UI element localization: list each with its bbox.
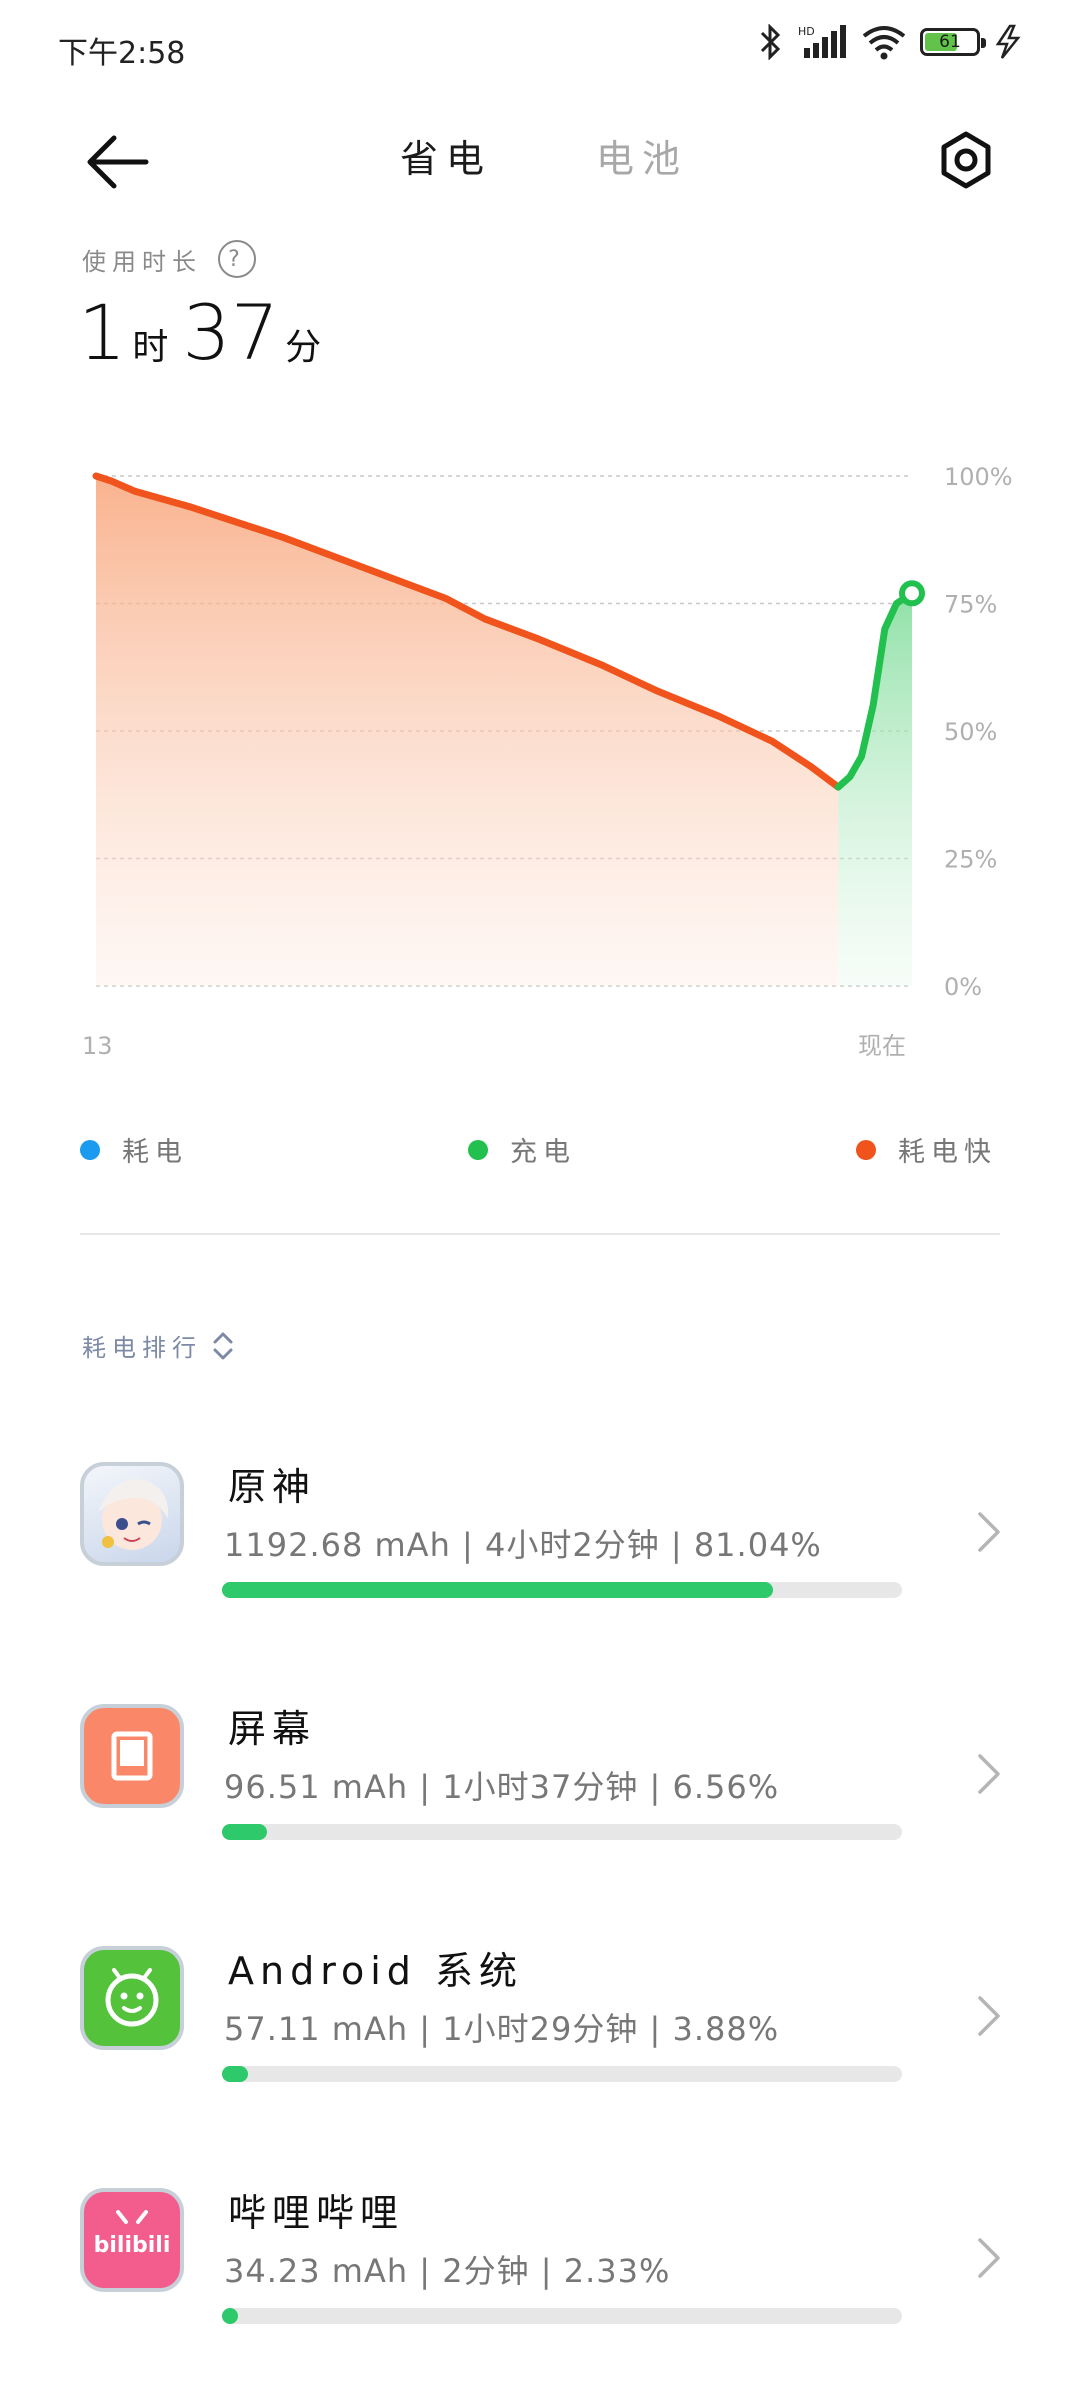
legend-fast-drain-label: 耗电快	[898, 1137, 997, 1168]
app-stats: 34.23 mAh | 2分钟 | 2.33%	[224, 2252, 671, 2290]
app-row-genshin[interactable]: 原神 1192.68 mAh | 4小时2分钟 | 81.04%	[0, 1432, 1080, 1632]
y-tick-label: 25%	[944, 846, 997, 874]
legend-drain-label: 耗电	[122, 1137, 188, 1168]
series-area	[96, 476, 839, 986]
ranking-label: 耗电排行	[82, 1334, 202, 1362]
usage-share-bar	[222, 1824, 902, 1840]
wifi-icon	[862, 26, 906, 60]
battery-level-chart: 100% 75% 50% 25% 0% 13 现在	[82, 463, 1013, 1060]
chevron-right-icon	[978, 1996, 1000, 2036]
app-name: 哔哩哔哩	[228, 2191, 405, 2235]
x-tick-label: 13	[82, 1032, 113, 1060]
app-stats: 57.11 mAh | 1小时29分钟 | 3.88%	[224, 2010, 780, 2048]
svg-text:HD: HD	[798, 25, 815, 38]
signal-icon: HD	[798, 25, 846, 58]
bluetooth-icon	[760, 24, 781, 60]
y-tick-label: 75%	[944, 591, 997, 619]
help-icon[interactable]: ?	[218, 240, 256, 278]
tab-power-saving[interactable]: 省电	[400, 128, 492, 183]
app-name: Android 系统	[228, 1949, 523, 1993]
status-time: 下午2:58	[58, 36, 186, 71]
genshin-icon	[80, 1462, 184, 1566]
x-tick-label: 现在	[858, 1032, 906, 1060]
legend-drain-dot	[80, 1139, 100, 1160]
usage-duration-label: 使用时长 ?	[82, 240, 256, 278]
chevron-right-icon	[978, 1512, 1000, 1552]
legend-drain: 耗电	[80, 1130, 188, 1169]
charging-icon	[995, 24, 1021, 59]
usage-duration-text: 使用时长	[82, 247, 202, 276]
usage-minutes: 37	[182, 288, 280, 377]
app-name: 原神	[228, 1465, 317, 1509]
app-stats: 1192.68 mAh | 4小时2分钟 | 81.04%	[224, 1526, 822, 1564]
usage-share-fill	[222, 2066, 249, 2082]
battery-icon: 61	[920, 28, 986, 56]
settings-icon[interactable]	[936, 130, 996, 190]
back-arrow-icon[interactable]	[84, 132, 154, 192]
chevron-right-icon	[978, 2238, 1000, 2278]
status-icons: HD 61	[758, 24, 1022, 60]
bilibili-logo-text: bilibili	[94, 2233, 171, 2258]
usage-hours: 1	[78, 288, 127, 377]
divider	[80, 1233, 1000, 1235]
usage-share-bar	[222, 2308, 902, 2324]
current-level-marker	[899, 580, 925, 607]
bilibili-icon: bilibili	[80, 2188, 184, 2292]
chevron-right-icon	[978, 1754, 1000, 1794]
app-row-android-system[interactable]: Android 系统 57.11 mAh | 1小时29分钟 | 3.88%	[0, 1916, 1080, 2116]
ranking-sort-toggle[interactable]: 耗电排行	[82, 1328, 234, 1363]
app-stats: 96.51 mAh | 1小时37分钟 | 6.56%	[224, 1768, 780, 1806]
app-name: 屏幕	[228, 1707, 317, 1751]
series-area	[838, 593, 912, 986]
usage-duration-value: 1 时 37 分	[78, 288, 335, 377]
battery-level: 61	[939, 32, 961, 52]
app-row-screen[interactable]: 屏幕 96.51 mAh | 1小时37分钟 | 6.56%	[0, 1674, 1080, 1874]
screen-icon	[80, 1704, 184, 1808]
android-icon	[80, 1946, 184, 2050]
legend-fast-drain: 耗电快	[856, 1130, 997, 1169]
legend-charge: 充电	[468, 1130, 576, 1169]
usage-share-fill	[222, 2308, 238, 2324]
y-tick-label: 100%	[944, 463, 1013, 491]
y-tick-label: 0%	[944, 973, 982, 1001]
usage-share-bar	[222, 2066, 902, 2082]
sort-updown-icon	[213, 1332, 233, 1359]
app-row-bilibili[interactable]: bilibili 哔哩哔哩 34.23 mAh | 2分钟 | 2.33%	[0, 2158, 1080, 2358]
legend-fast-drain-dot	[856, 1139, 876, 1160]
usage-share-fill	[222, 1582, 774, 1598]
usage-hours-unit: 时	[132, 327, 169, 368]
usage-minutes-unit: 分	[285, 327, 322, 368]
y-tick-label: 50%	[944, 718, 997, 746]
tab-battery[interactable]: 电池	[596, 128, 688, 183]
legend-charge-dot	[468, 1139, 488, 1160]
usage-share-bar	[222, 1582, 902, 1598]
legend-charge-label: 充电	[510, 1137, 576, 1168]
usage-share-fill	[222, 1824, 267, 1840]
